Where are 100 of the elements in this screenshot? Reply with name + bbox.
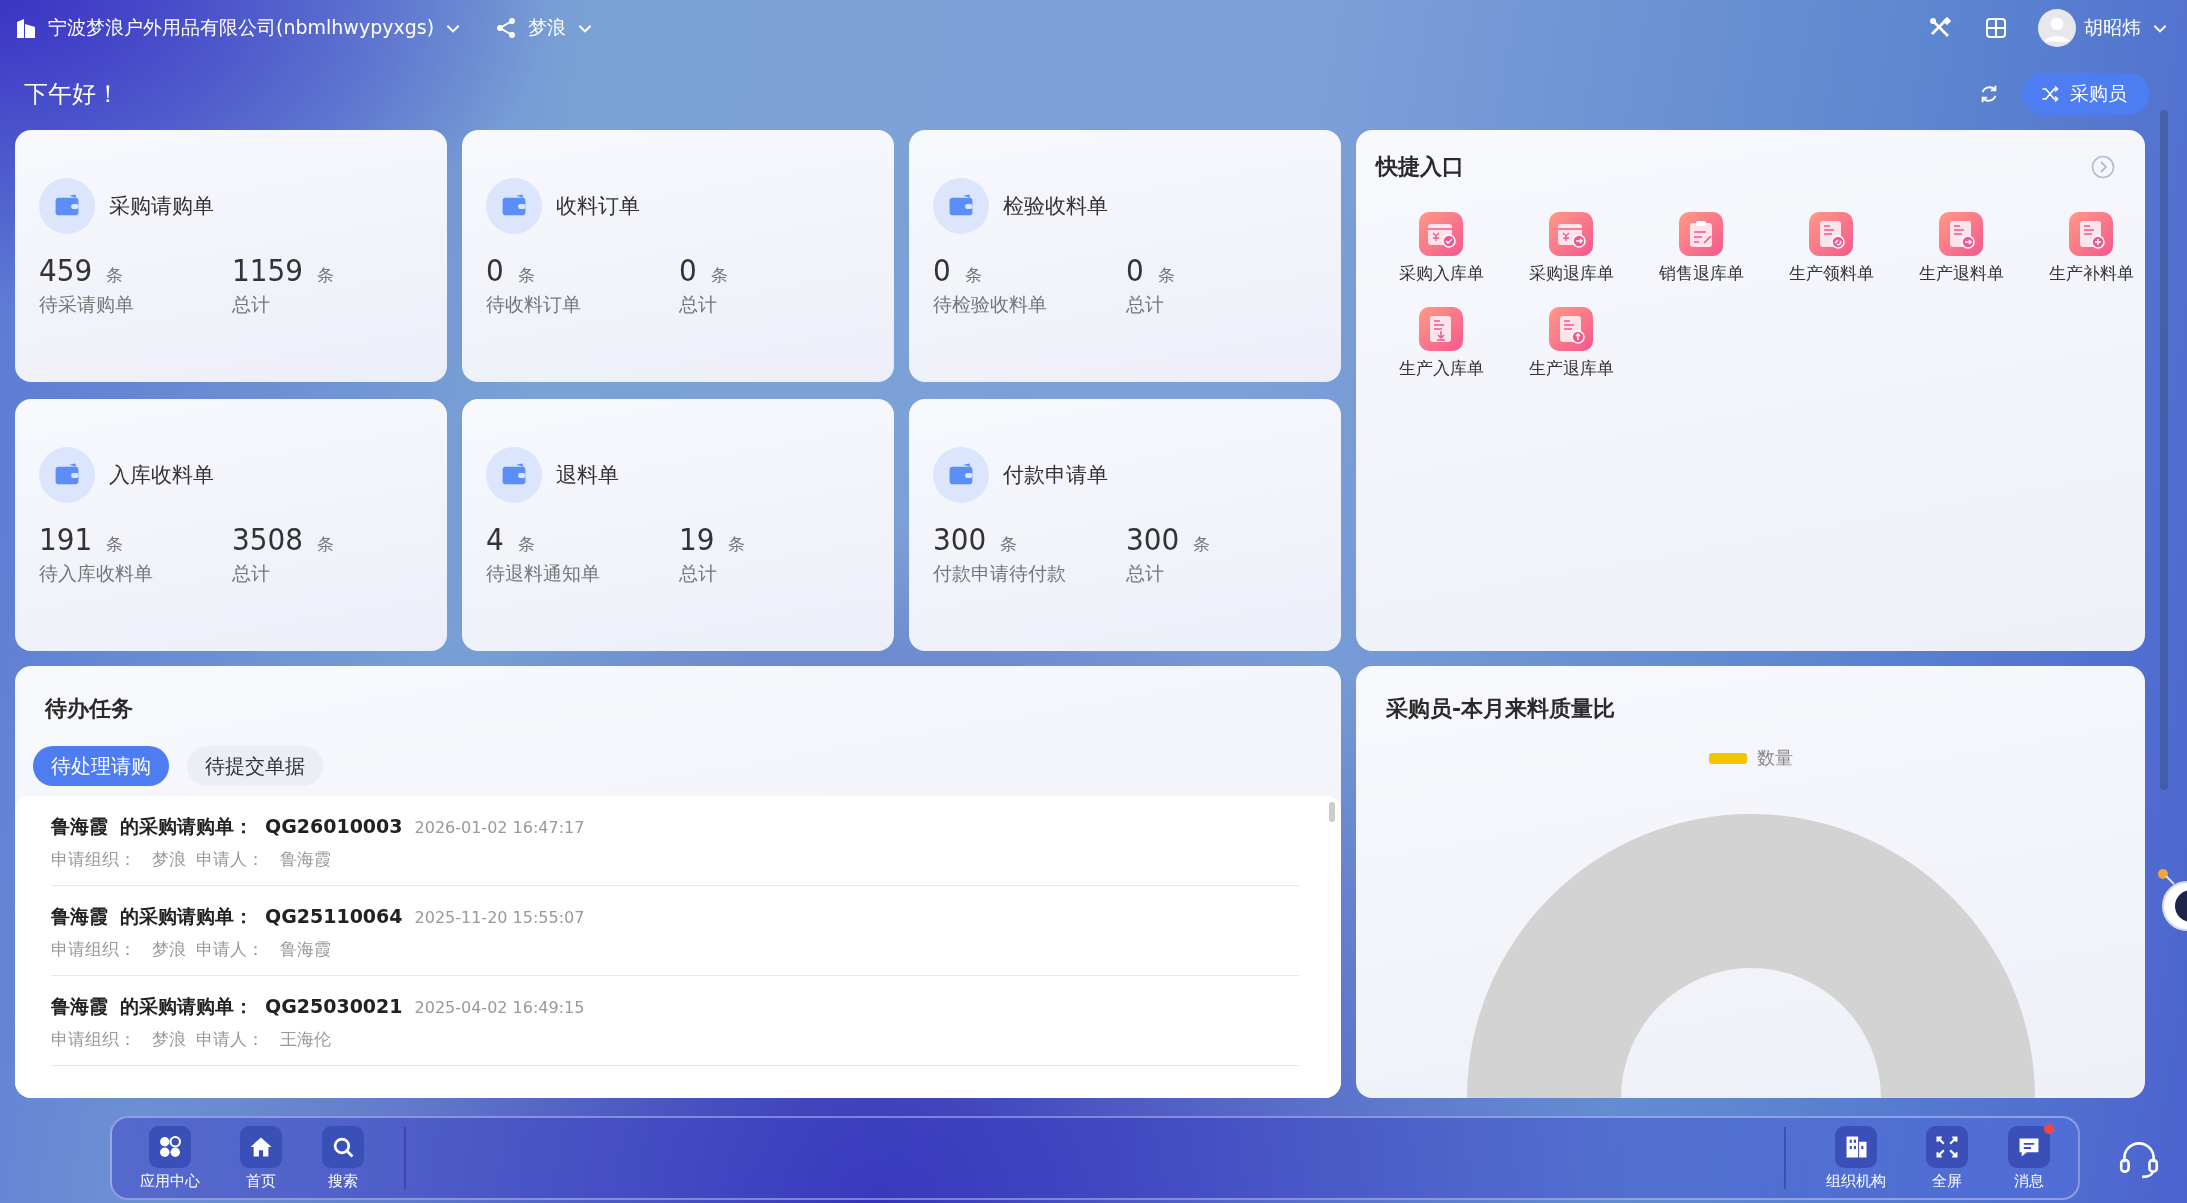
- stat-label: 总计: [679, 561, 717, 586]
- dock-label[interactable]: 全屏: [1932, 1171, 1962, 1191]
- stat-unit: 条: [316, 264, 334, 287]
- requester-name[interactable]: 鲁海霞: [51, 904, 108, 930]
- stat-unit: 条: [710, 264, 728, 287]
- document-type: 的采购请购单：: [120, 994, 253, 1019]
- dock-label[interactable]: 组织机构: [1826, 1171, 1886, 1191]
- stat-unit: 条: [1157, 264, 1175, 287]
- summary-card[interactable]: 检验收料单 0 条 待检验收料单 0 条 总计: [909, 130, 1341, 382]
- shuffle-icon: [2040, 84, 2060, 104]
- summary-card[interactable]: 收料订单 0 条 待收料订单 0 条 总计: [462, 130, 894, 382]
- quick-entry-label[interactable]: 采购退库单: [1528, 262, 1614, 285]
- field-value: 王海伦: [280, 1028, 331, 1051]
- summary-card[interactable]: 采购请购单 459 条 待采请购单 1159 条 总计: [15, 130, 447, 382]
- building-icon: [14, 16, 38, 40]
- clipboard-icon[interactable]: [1679, 212, 1723, 256]
- dock-label[interactable]: 搜索: [328, 1171, 358, 1191]
- role-switch-button[interactable]: 采购员: [2022, 73, 2149, 115]
- quick-entry-label[interactable]: 生产入库单: [1398, 357, 1484, 380]
- todo-tab[interactable]: 待处理请购: [33, 746, 169, 786]
- stat-value: 4: [486, 521, 504, 557]
- layout-icon[interactable]: [1984, 16, 2008, 40]
- quick-entry-label[interactable]: 生产补料单: [2048, 262, 2134, 285]
- scrollbar-thumb[interactable]: [1329, 802, 1335, 822]
- requester-name[interactable]: 鲁海霞: [51, 994, 108, 1020]
- summary-card[interactable]: 入库收料单 191 条 待入库收料单 3508 条 总计: [15, 399, 447, 651]
- stat-value: 300: [1126, 521, 1180, 557]
- document-upload-icon[interactable]: [1549, 307, 1593, 351]
- document-code[interactable]: QG25110064: [265, 905, 403, 927]
- quick-entry-label[interactable]: 生产退库单: [1528, 357, 1614, 380]
- page-scrollbar[interactable]: [2160, 110, 2168, 790]
- dock-label[interactable]: 应用中心: [140, 1171, 200, 1191]
- panel-title: 采购员-本月来料质量比: [1386, 695, 1617, 723]
- quick-entry-label[interactable]: 生产退料单: [1918, 262, 2004, 285]
- stat-unit: 条: [517, 533, 535, 556]
- quick-entry-label[interactable]: 采购入库单: [1398, 262, 1484, 285]
- company-name[interactable]: 宁波梦浪户外用品有限公司(nbmlhwypyxgs): [48, 15, 435, 41]
- stat-label: 待入库收料单: [39, 561, 153, 586]
- field-label: 申请组织：: [51, 848, 136, 871]
- stat-unit: 条: [728, 533, 746, 556]
- search-icon[interactable]: [322, 1125, 364, 1168]
- stat-value: 191: [39, 521, 93, 557]
- stat-value: 3508: [232, 521, 303, 557]
- summary-card[interactable]: 付款申请单 300 条 付款申请待付款 300 条 总计: [909, 399, 1341, 651]
- field-value: 梦浪: [152, 848, 186, 871]
- stat-label: 待采请购单: [39, 292, 134, 317]
- stat-value: 0: [679, 252, 697, 288]
- greeting: 下午好！: [24, 79, 120, 110]
- card-title: 入库收料单: [109, 462, 214, 489]
- panel-title: 快捷入口: [1376, 153, 1464, 181]
- stat-label: 总计: [1126, 561, 1164, 586]
- stat-unit: 条: [316, 533, 334, 556]
- timestamp: 2025-11-20 15:55:07: [414, 908, 585, 927]
- building-icon[interactable]: [1835, 1125, 1877, 1168]
- stat-unit: 条: [1193, 533, 1211, 556]
- document-download-icon[interactable]: [1419, 307, 1463, 351]
- stat-unit: 条: [106, 533, 124, 556]
- stat-unit: 条: [517, 264, 535, 287]
- wallet-icon: [933, 447, 989, 503]
- todo-tab[interactable]: 待提交单据: [187, 746, 323, 786]
- stat-unit: 条: [964, 264, 982, 287]
- document-code[interactable]: QG26010003: [265, 815, 403, 837]
- stat-value: 0: [933, 252, 951, 288]
- apps-icon[interactable]: [149, 1125, 191, 1168]
- stat-label: 总计: [232, 561, 270, 586]
- summary-card[interactable]: 退料单 4 条 待退料通知单 19 条 总计: [462, 399, 894, 651]
- document-link-icon[interactable]: [1809, 212, 1853, 256]
- card-title: 采购请购单: [109, 193, 214, 220]
- document-plus-icon[interactable]: [2069, 212, 2113, 256]
- requester-name[interactable]: 鲁海霞: [51, 814, 108, 840]
- stat-label: 总计: [232, 292, 270, 317]
- home-icon[interactable]: [240, 1125, 282, 1168]
- dock-label[interactable]: 首页: [246, 1171, 276, 1191]
- message-icon[interactable]: [2008, 1125, 2050, 1168]
- fullscreen-icon[interactable]: [1926, 1125, 1968, 1168]
- receipt-check-icon[interactable]: [1419, 212, 1463, 256]
- field-label: 申请组织：: [51, 1028, 136, 1051]
- legend-label: 数量: [1756, 746, 1793, 770]
- quick-entry-label[interactable]: 生产领料单: [1788, 262, 1874, 285]
- stat-unit: 条: [1000, 533, 1018, 556]
- user-name[interactable]: 胡昭炜: [2084, 15, 2141, 41]
- panel-title: 待办任务: [43, 695, 134, 723]
- field-label: 申请人：: [196, 938, 264, 961]
- document-code[interactable]: QG25030021: [265, 995, 403, 1017]
- avatar-icon[interactable]: [2038, 9, 2076, 47]
- stat-label: 总计: [679, 292, 717, 317]
- card-title: 退料单: [556, 462, 619, 489]
- quick-entry-label[interactable]: 销售退库单: [1658, 262, 1744, 285]
- stat-label: 待退料通知单: [486, 561, 600, 586]
- stat-value: 0: [1126, 252, 1144, 288]
- card-title: 付款申请单: [1003, 462, 1108, 489]
- field-label: 申请人：: [196, 848, 264, 871]
- wallet-icon: [486, 447, 542, 503]
- dock-label[interactable]: 消息: [2014, 1171, 2044, 1191]
- stat-label: 待检验收料单: [933, 292, 1047, 317]
- card-title: 收料订单: [556, 193, 640, 220]
- stat-value: 459: [39, 252, 93, 288]
- field-value: 鲁海霞: [280, 938, 331, 961]
- stat-value: 19: [679, 521, 715, 557]
- document-type: 的采购请购单：: [120, 814, 253, 839]
